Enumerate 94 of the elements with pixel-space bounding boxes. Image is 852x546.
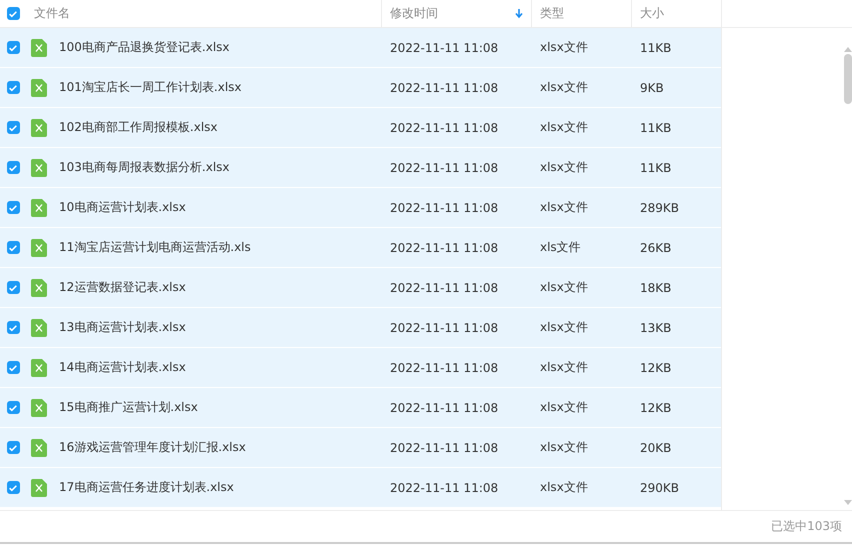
file-row[interactable]: 16游戏运营管理年度计划汇报.xlsx 2022-11-11 11:08 xlsx文件 20KB [0,428,721,468]
file-row[interactable]: 10电商运营计划表.xlsx 2022-11-11 11:08 xlsx文件 289KB [0,188,721,228]
file-row[interactable]: 101淘宝店长一周工作计划表.xlsx 2022-11-11 11:08 xlsx文件 9KB [0,68,721,108]
file-size: 18KB [640,280,672,294]
modified-time: 2022-11-11 11:08 [390,440,498,454]
file-size: 11KB [640,40,672,54]
spreadsheet-file-icon [31,438,47,456]
file-type: xlsx文件 [540,279,588,296]
modified-time: 2022-11-11 11:08 [390,400,498,414]
spreadsheet-file-icon [31,158,47,176]
file-row[interactable]: 11淘宝店运营计划电商运营活动.xls 2022-11-11 11:08 xls文件 26KB [0,228,721,268]
file-name: 102电商部工作周报模板.xlsx [59,119,218,136]
file-type: xls文件 [540,239,581,256]
file-type: xlsx文件 [540,399,588,416]
file-row[interactable]: 103电商每周报表数据分析.xlsx 2022-11-11 11:08 xlsx文件 11KB [0,148,721,188]
spreadsheet-file-icon [31,38,47,56]
column-header[interactable]: 类型 [531,0,631,27]
file-size: 11KB [640,160,672,174]
row-checkbox[interactable] [6,281,20,294]
row-checkbox[interactable] [6,481,20,494]
file-row[interactable]: 100电商产品退换货登记表.xlsx 2022-11-11 11:08 xlsx文件 11KB [0,28,721,68]
file-type: xlsx文件 [540,79,588,96]
spreadsheet-file-icon [31,198,47,216]
file-name: 13电商运营计划表.xlsx [59,319,186,336]
modified-time: 2022-11-11 11:08 [390,280,498,294]
file-name: 14电商运营计划表.xlsx [59,359,186,376]
file-type: xlsx文件 [540,479,588,496]
selection-count: 已选中103项 [771,518,842,535]
file-row[interactable]: 13电商运营计划表.xlsx 2022-11-11 11:08 xlsx文件 13KB [0,308,721,348]
sort-descending-icon [515,8,523,18]
modified-time: 2022-11-11 11:08 [390,80,498,94]
file-size: 12KB [640,360,672,374]
modified-time: 2022-11-11 11:08 [390,120,498,134]
file-size: 20KB [640,440,672,454]
file-name: 12运营数据登记表.xlsx [59,279,186,296]
file-size: 290KB [640,480,680,494]
modified-time: 2022-11-11 11:08 [390,160,498,174]
file-type: xlsx文件 [540,159,588,176]
file-name: 103电商每周报表数据分析.xlsx [59,159,230,176]
file-name: 15电商推广运营计划.xlsx [59,399,198,416]
modified-time: 2022-11-11 11:08 [390,200,498,214]
scroll-down-icon[interactable] [844,500,852,506]
file-type: xlsx文件 [540,359,588,376]
modified-time: 2022-11-11 11:08 [390,360,498,374]
row-checkbox[interactable] [6,201,20,214]
file-name: 16游戏运营管理年度计划汇报.xlsx [59,439,246,456]
file-row[interactable]: 12运营数据登记表.xlsx 2022-11-11 11:08 xlsx文件 18KB [0,268,721,308]
row-checkbox[interactable] [6,361,20,374]
spreadsheet-file-icon [31,398,47,416]
row-checkbox[interactable] [6,241,20,254]
file-type: xlsx文件 [540,439,588,456]
file-name: 11淘宝店运营计划电商运营活动.xls [59,239,251,256]
modified-time: 2022-11-11 11:08 [390,240,498,254]
spreadsheet-file-icon [31,238,47,256]
select-all-checkbox[interactable] [6,7,20,20]
column-header[interactable]: 大小 [631,0,721,27]
file-row[interactable]: 17电商运营任务进度计划表.xlsx 2022-11-11 11:08 xlsx文件 290KB [0,468,721,508]
row-checkbox[interactable] [6,441,20,454]
file-row[interactable]: 14电商运营计划表.xlsx 2022-11-11 11:08 xlsx文件 12KB [0,348,721,388]
row-checkbox[interactable] [6,161,20,174]
file-size: 9KB [640,80,664,94]
modified-time: 2022-11-11 11:08 [390,480,498,494]
spreadsheet-file-icon [31,318,47,336]
modified-time: 2022-11-11 11:08 [390,40,498,54]
file-size: 12KB [640,400,672,414]
spreadsheet-file-icon [31,478,47,496]
spreadsheet-file-icon [31,278,47,296]
spreadsheet-file-icon [31,358,47,376]
file-row[interactable]: 102电商部工作周报模板.xlsx 2022-11-11 11:08 xlsx文件 11KB [0,108,721,148]
row-checkbox[interactable] [6,81,20,94]
row-checkbox[interactable] [6,321,20,334]
file-size: 289KB [640,200,680,214]
file-name: 10电商运营计划表.xlsx [59,199,186,216]
file-type: xlsx文件 [540,199,588,216]
column-header[interactable]: 文件名 [26,0,381,27]
scroll-up-icon[interactable] [844,46,852,52]
spreadsheet-file-icon [31,118,47,136]
file-row[interactable]: 15电商推广运营计划.xlsx 2022-11-11 11:08 xlsx文件 12KB [0,388,721,428]
column-header[interactable]: 修改时间 [381,0,531,27]
file-size: 11KB [640,120,672,134]
modified-time: 2022-11-11 11:08 [390,320,498,334]
scrollbar-thumb[interactable] [844,54,852,104]
file-size: 13KB [640,320,672,334]
file-name: 100电商产品退换货登记表.xlsx [59,39,230,56]
row-checkbox[interactable] [6,121,20,134]
spreadsheet-file-icon [31,78,47,96]
file-type: xlsx文件 [540,119,588,136]
file-type: xlsx文件 [540,39,588,56]
file-size: 26KB [640,240,672,254]
row-checkbox[interactable] [6,41,20,54]
file-name: 17电商运营任务进度计划表.xlsx [59,479,234,496]
row-checkbox[interactable] [6,401,20,414]
file-type: xlsx文件 [540,319,588,336]
file-name: 101淘宝店长一周工作计划表.xlsx [59,79,242,96]
